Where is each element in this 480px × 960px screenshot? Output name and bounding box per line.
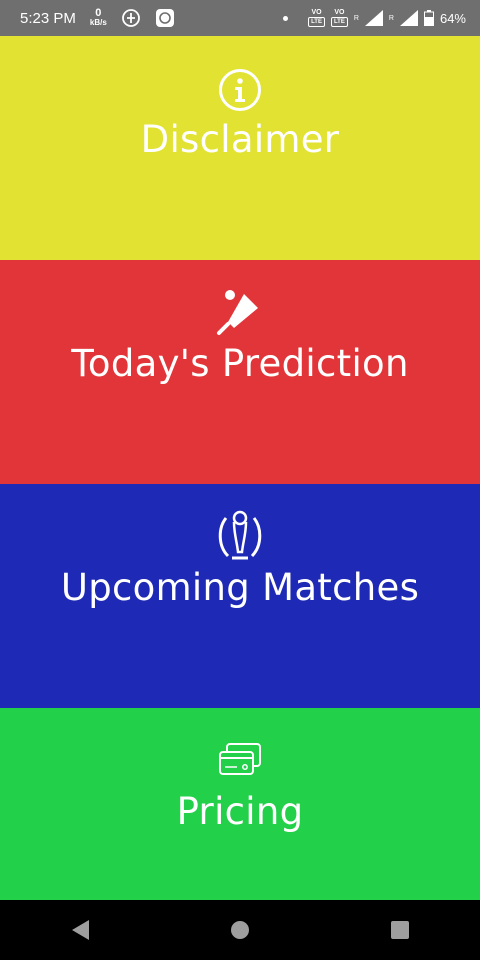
sim2-roaming: R: [388, 14, 394, 22]
recents-icon: [391, 921, 409, 939]
status-bar: 5:23 PM 0 kB/s VO LTE VO LTE R R 64%: [0, 0, 480, 36]
pricing-label: Pricing: [176, 790, 304, 833]
recents-button[interactable]: [370, 900, 430, 960]
signal-icon: [364, 10, 383, 26]
pricing-tile[interactable]: Pricing: [0, 708, 480, 900]
back-icon: [72, 920, 89, 940]
dot-icon: [283, 15, 289, 21]
home-button[interactable]: [210, 900, 270, 960]
volte-icon: VO LTE: [330, 9, 348, 27]
status-time: 5:23 PM: [20, 9, 76, 27]
volte2-lte: LTE: [330, 17, 348, 27]
disclaimer-label: Disclaimer: [140, 118, 340, 161]
menu-tiles: Disclaimer Today's Prediction Upcoming M…: [0, 36, 480, 900]
battery-percent: 64%: [439, 10, 466, 26]
data-saver-icon: [121, 9, 140, 27]
navigation-bar: [0, 900, 480, 960]
signal-icon: [399, 10, 418, 26]
back-button[interactable]: [50, 900, 110, 960]
upcoming-matches-tile[interactable]: Upcoming Matches: [0, 484, 480, 708]
notification-app-icon: [155, 9, 174, 27]
cricket-bat-icon: [217, 290, 258, 335]
sim1-roaming: R: [353, 14, 359, 22]
network-speed-value: 0: [95, 7, 102, 19]
credit-card-icon: [219, 743, 261, 775]
upcoming-matches-label: Upcoming Matches: [60, 566, 420, 609]
info-icon: [219, 69, 261, 111]
volte1-label: VO: [311, 9, 322, 16]
network-speed-unit: kB/s: [89, 18, 107, 27]
disclaimer-tile[interactable]: Disclaimer: [0, 36, 480, 260]
volte1-lte: LTE: [308, 17, 325, 27]
todays-prediction-label: Today's Prediction: [71, 342, 409, 385]
volte2-label: VO: [334, 9, 345, 16]
todays-prediction-tile[interactable]: Today's Prediction: [0, 260, 480, 484]
network-speed: 0 kB/s: [89, 7, 107, 28]
battery-icon: [423, 10, 434, 26]
trophy-icon: [218, 510, 262, 560]
home-icon: [231, 921, 249, 939]
volte-icon: VO LTE: [308, 9, 325, 27]
